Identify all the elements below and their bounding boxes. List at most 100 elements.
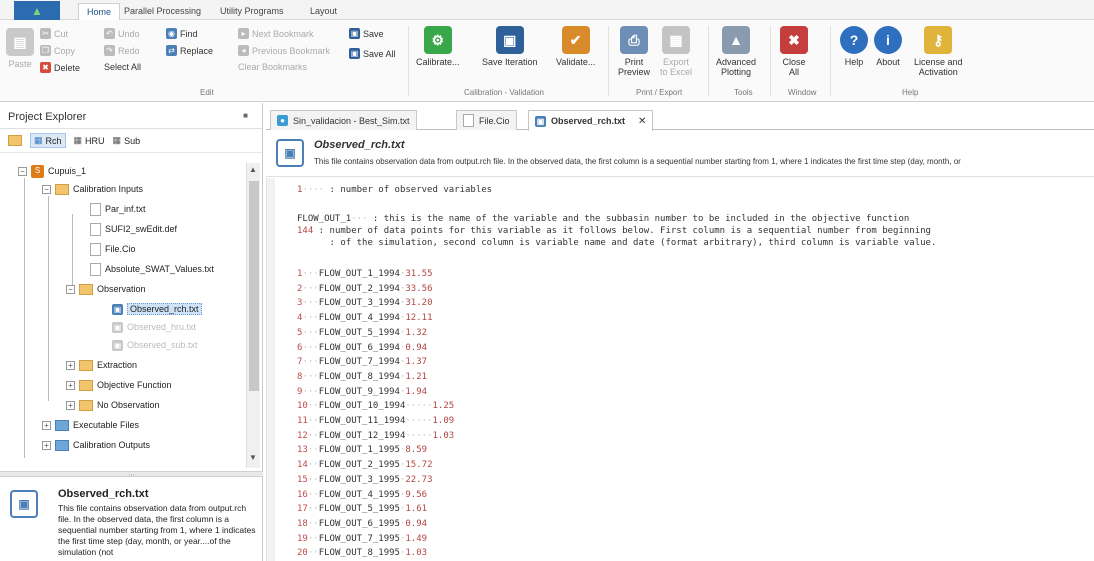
export-excel-button[interactable]: ▦ Export to Excel xyxy=(660,26,692,77)
find-label: Find xyxy=(180,28,198,39)
license-activation-button[interactable]: ⚷ License and Activation xyxy=(914,26,963,77)
tree-scrollbar[interactable]: ▲ ▼ xyxy=(246,163,260,468)
collapse-icon[interactable]: − xyxy=(66,284,75,294)
undo-button[interactable]: ↶ Undo xyxy=(104,28,140,39)
scroll-down-icon[interactable]: ▼ xyxy=(249,453,257,462)
tree-node-observed-rch[interactable]: ▣ Observed_rch.txt xyxy=(112,300,202,318)
cut-label: Cut xyxy=(54,28,69,39)
observation-row: 3···FLOW_OUT_3_1994·31.20 xyxy=(297,298,433,309)
save-all-button[interactable]: ▣ Save All xyxy=(349,48,396,59)
tree-node-calibration-inputs[interactable]: − Calibration Inputs xyxy=(42,180,143,198)
observation-row: 6···FLOW_OUT_6_1994·0.94 xyxy=(297,342,428,353)
observed-file-icon: ▣ xyxy=(112,321,123,333)
observed-file-icon: ▣ xyxy=(535,115,546,127)
save-button[interactable]: ▣ Save xyxy=(349,28,384,39)
calibrate-label: Calibrate... xyxy=(416,57,460,67)
text-editor[interactable]: 1···· : number of observed variables FLO… xyxy=(266,178,1094,561)
tab-parallel-processing[interactable]: Parallel Processing xyxy=(116,3,209,20)
filter-sub[interactable]: ▦ Sub xyxy=(113,135,141,146)
expand-icon[interactable]: + xyxy=(66,360,75,370)
tree-node-observation[interactable]: − Observation xyxy=(66,280,146,298)
panel-splitter[interactable]: ⋯ xyxy=(0,471,263,479)
folder-icon[interactable] xyxy=(8,135,22,146)
tree-node-par-inf[interactable]: Par_inf.txt xyxy=(90,200,146,218)
select-all-label: Select All xyxy=(104,62,142,72)
tools-group-label: Tools xyxy=(734,88,753,97)
tree-node-executable-files[interactable]: + Executable Files xyxy=(42,416,139,434)
copy-button[interactable]: ❐ Copy xyxy=(40,45,75,56)
about-button[interactable]: i About xyxy=(874,26,902,67)
validate-button[interactable]: ✔ Validate... xyxy=(556,26,595,67)
tree-node-calibration-outputs[interactable]: + Calibration Outputs xyxy=(42,436,150,454)
observation-row: 2···FLOW_OUT_2_1994·33.56 xyxy=(297,283,433,294)
file-icon xyxy=(463,114,474,127)
delete-button[interactable]: ✖ Delete xyxy=(40,62,80,73)
filter-hru[interactable]: ▦ HRU xyxy=(74,135,105,146)
tab-best-sim[interactable]: ● Sin_validacion - Best_Sim.txt xyxy=(270,110,417,130)
clear-bookmarks-button[interactable]: Clear Bookmarks xyxy=(238,62,307,72)
redo-button[interactable]: ↷ Redo xyxy=(104,45,140,56)
row-value: 1.09 xyxy=(432,416,455,426)
tree-node-objective-function[interactable]: + Objective Function xyxy=(66,376,172,394)
expand-icon[interactable]: + xyxy=(66,380,75,390)
observation-row: 14··FLOW_OUT_2_1995·15.72 xyxy=(297,460,433,471)
collapse-icon[interactable]: − xyxy=(18,166,27,176)
advanced-plotting-button[interactable]: ▲ Advanced Plotting xyxy=(716,26,756,77)
row-index: 14 xyxy=(297,460,308,471)
line-text: : number of observed variables xyxy=(324,185,493,195)
row-value: 1.49 xyxy=(405,533,428,544)
filter-rch[interactable]: ▦ Rch xyxy=(30,133,66,148)
document-info-icon: ▣ xyxy=(276,139,304,167)
expand-icon[interactable]: + xyxy=(66,400,75,410)
tree-node-extraction[interactable]: + Extraction xyxy=(66,356,137,374)
cut-button[interactable]: ✂ Cut xyxy=(40,28,68,39)
paste-button[interactable]: ▤ Paste xyxy=(6,28,34,69)
tab-label: File.Cio xyxy=(479,115,510,126)
tab-utility-programs[interactable]: Utility Programs xyxy=(212,3,292,20)
replace-label: Replace xyxy=(180,45,214,56)
expand-icon[interactable]: + xyxy=(42,420,51,430)
help-label: Help xyxy=(844,57,864,67)
tab-home[interactable]: Home xyxy=(78,3,121,20)
tree-node-absolute[interactable]: Absolute_SWAT_Values.txt xyxy=(90,260,214,278)
tree-node-observed-hru[interactable]: ▣ Observed_hru.txt xyxy=(112,318,196,336)
expand-icon[interactable]: + xyxy=(42,440,51,450)
next-bookmark-button[interactable]: ▸ Next Bookmark xyxy=(238,28,314,39)
print-preview-button[interactable]: ⎙ Print Preview xyxy=(618,26,650,77)
tree-node-observed-sub[interactable]: ▣ Observed_sub.txt xyxy=(112,336,198,354)
calibrate-button[interactable]: ⚙ Calibrate... xyxy=(416,26,460,67)
tree-node-sufi2[interactable]: SUFI2_swEdit.def xyxy=(90,220,177,238)
tree-node-no-observation[interactable]: + No Observation xyxy=(66,396,160,414)
tab-file-cio[interactable]: File.Cio xyxy=(456,110,517,130)
close-all-label-2: All xyxy=(788,67,799,77)
close-tab-icon[interactable]: ✕ xyxy=(638,116,646,127)
close-all-button[interactable]: ✖ Close All xyxy=(780,26,808,77)
pin-icon[interactable]: ■ xyxy=(243,111,248,120)
observation-row: 20··FLOW_OUT_8_1995·1.03 xyxy=(297,548,428,559)
tree-node-file-cio[interactable]: File.Cio xyxy=(90,240,136,258)
row-value: 1.25 xyxy=(432,401,455,412)
row-variable: FLOW_OUT_10_1994 xyxy=(318,401,406,412)
tab-observed-rch[interactable]: ▣ Observed_rch.txt ✕ xyxy=(528,110,654,131)
application-menu-button[interactable]: ▲ xyxy=(14,1,60,20)
replace-button[interactable]: ⇄ Replace xyxy=(166,45,213,56)
row-variable: FLOW_OUT_5_1995 xyxy=(318,504,400,515)
undo-label: Undo xyxy=(118,28,140,39)
redo-icon: ↷ xyxy=(104,45,115,56)
find-button[interactable]: ◉ Find xyxy=(166,28,198,39)
observation-row: 12··FLOW_OUT_12_1994·····1.03 xyxy=(297,430,455,441)
folder-icon xyxy=(79,283,93,295)
scrollbar-thumb[interactable] xyxy=(249,181,259,391)
description-text: This file contains observation data from… xyxy=(58,503,256,557)
help-button[interactable]: ? Help xyxy=(840,26,868,67)
line-value: 144 xyxy=(297,226,314,236)
previous-bookmark-button[interactable]: ◂ Previous Bookmark xyxy=(238,45,330,56)
scroll-up-icon[interactable]: ▲ xyxy=(249,165,257,174)
select-all-button[interactable]: Select All xyxy=(104,62,141,72)
ribbon-separator xyxy=(830,26,831,96)
tab-layout[interactable]: Layout xyxy=(302,3,345,20)
tree-node-root[interactable]: − S Cupuis_1 xyxy=(18,162,86,180)
row-variable: FLOW_OUT_7_1995 xyxy=(318,533,400,544)
save-iteration-button[interactable]: ▣ Save Iteration xyxy=(482,26,538,67)
collapse-icon[interactable]: − xyxy=(42,184,51,194)
